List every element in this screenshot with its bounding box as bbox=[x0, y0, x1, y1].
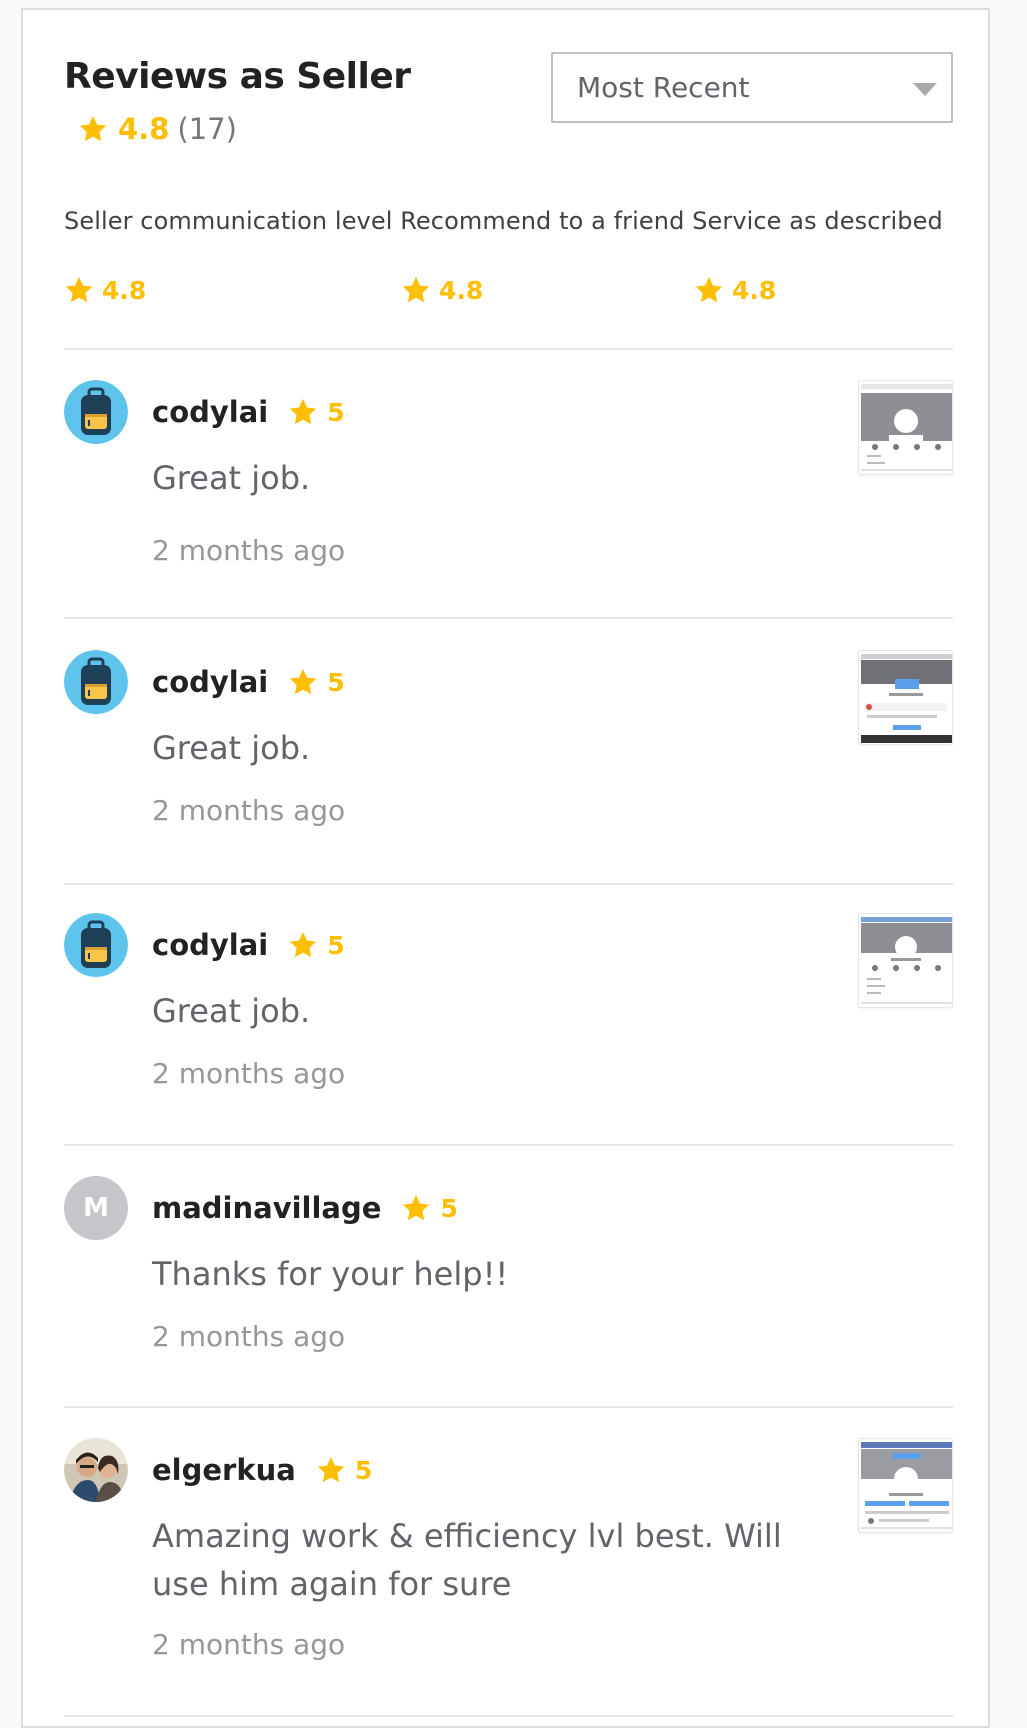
review-text: Great job. bbox=[152, 729, 311, 767]
reviewer-username[interactable]: codylai bbox=[152, 665, 268, 699]
reviewer-username[interactable]: codylai bbox=[152, 928, 268, 962]
review-text: Amazing work & efficiency lvl best. Will… bbox=[152, 1517, 782, 1603]
backpack-avatar[interactable] bbox=[64, 380, 128, 444]
backpack-avatar[interactable] bbox=[64, 913, 128, 977]
reviewer-username[interactable]: madinavillage bbox=[152, 1191, 381, 1225]
photo-avatar[interactable] bbox=[64, 1438, 128, 1502]
review-timestamp: 2 months ago bbox=[152, 534, 346, 567]
star-icon bbox=[288, 667, 318, 697]
backpack-avatar[interactable] bbox=[64, 650, 128, 714]
review-rating-value: 5 bbox=[327, 397, 345, 427]
overall-rating-value: 4.8 bbox=[118, 112, 170, 146]
star-icon bbox=[288, 930, 318, 960]
service-rating-value: 4.8 bbox=[732, 275, 777, 305]
letter-avatar[interactable]: M bbox=[64, 1176, 128, 1240]
review-rating-value: 5 bbox=[327, 667, 345, 697]
divider bbox=[64, 1715, 953, 1717]
divider bbox=[64, 883, 953, 885]
communication-rating: 4.8 bbox=[64, 272, 146, 308]
sort-selected-value: Most Recent bbox=[577, 71, 750, 104]
star-icon bbox=[64, 275, 94, 305]
star-icon bbox=[288, 397, 318, 427]
review-rating-value: 5 bbox=[327, 930, 345, 960]
attachment-thumbnail[interactable] bbox=[858, 1438, 953, 1533]
star-icon bbox=[316, 1455, 346, 1485]
review-timestamp: 2 months ago bbox=[152, 1057, 346, 1090]
review-rating-value: 5 bbox=[440, 1193, 458, 1223]
rating-breakdown-labels: Seller communication level Recommend to … bbox=[64, 207, 943, 235]
review-timestamp: 2 months ago bbox=[152, 1320, 346, 1353]
attachment-thumbnail[interactable] bbox=[858, 650, 953, 745]
communication-rating-value: 4.8 bbox=[102, 275, 147, 305]
review-text: Thanks for your help!! bbox=[152, 1255, 509, 1293]
review-text: Great job. bbox=[152, 992, 311, 1030]
service-rating: 4.8 bbox=[694, 272, 776, 308]
star-icon bbox=[401, 275, 431, 305]
star-icon bbox=[78, 114, 108, 144]
divider bbox=[64, 1406, 953, 1408]
reviews-card: Reviews as Seller 4.8 (17) Most Recent S… bbox=[21, 8, 990, 1728]
star-icon bbox=[401, 1193, 431, 1223]
divider bbox=[64, 1144, 953, 1146]
review-count: (17) bbox=[177, 112, 237, 146]
chevron-down-icon bbox=[913, 83, 937, 96]
divider bbox=[64, 617, 953, 619]
divider bbox=[64, 348, 953, 350]
attachment-thumbnail[interactable] bbox=[858, 380, 953, 475]
reviewer-username[interactable]: codylai bbox=[152, 395, 268, 429]
recommend-rating: 4.8 bbox=[401, 272, 483, 308]
review-timestamp: 2 months ago bbox=[152, 794, 346, 827]
review-timestamp: 2 months ago bbox=[152, 1628, 346, 1661]
overall-rating: 4.8 (17) bbox=[78, 108, 237, 150]
review-rating-value: 5 bbox=[354, 1455, 373, 1485]
attachment-thumbnail[interactable] bbox=[858, 913, 953, 1008]
reviewer-username[interactable]: elgerkua bbox=[152, 1453, 296, 1487]
section-title: Reviews as Seller bbox=[64, 56, 411, 97]
review-text: Great job. bbox=[152, 459, 311, 497]
sort-dropdown[interactable]: Most Recent bbox=[551, 52, 953, 123]
recommend-rating-value: 4.8 bbox=[439, 275, 484, 305]
star-icon bbox=[694, 275, 724, 305]
